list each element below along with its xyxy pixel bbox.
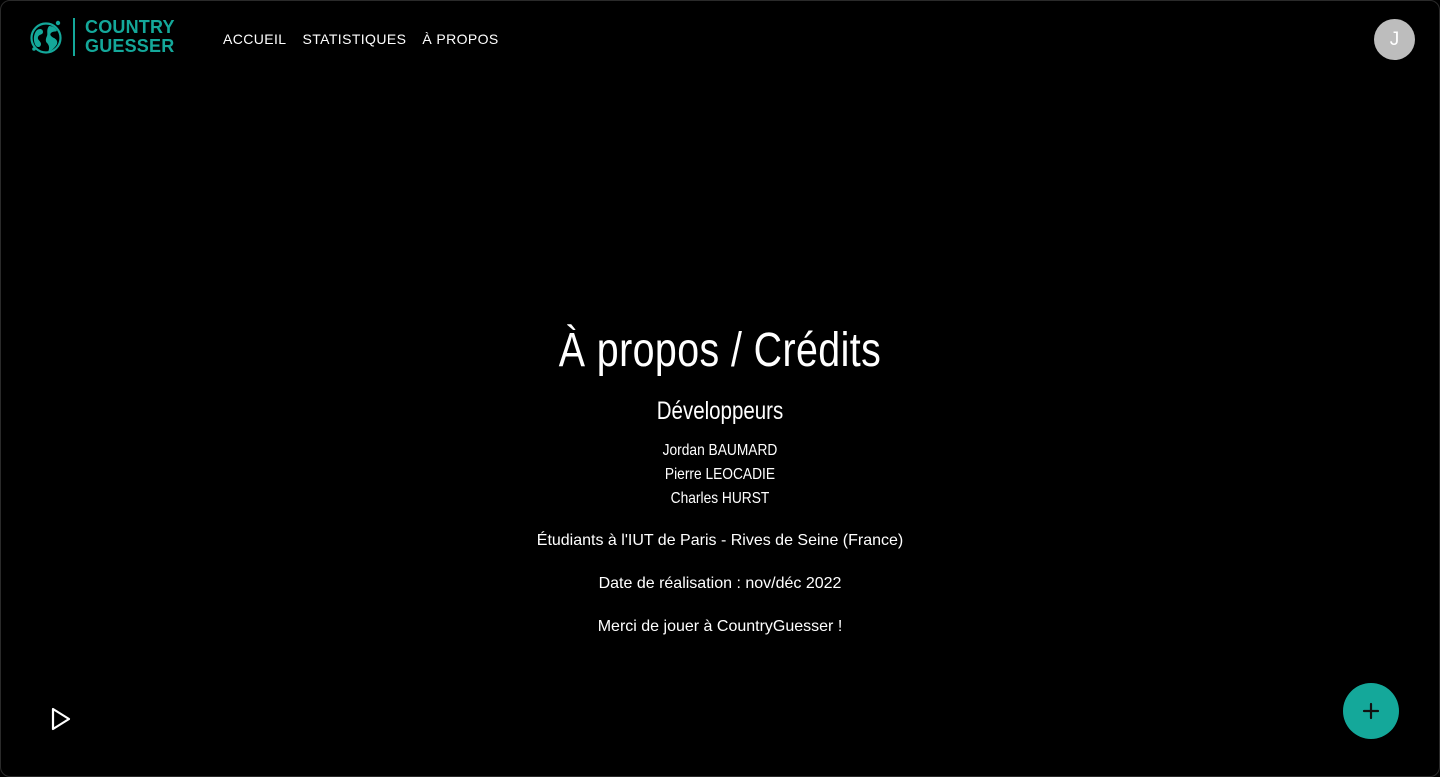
add-fab-button[interactable] xyxy=(1343,683,1399,739)
developers-list: Jordan BAUMARD Pierre LEOCADIE Charles H… xyxy=(1,439,1439,511)
brand-wordmark: COUNTRY GUESSER xyxy=(85,18,175,56)
developers-heading: Développeurs xyxy=(656,397,784,425)
developer-name: Jordan BAUMARD xyxy=(662,442,778,459)
brand-divider xyxy=(73,18,75,56)
nav-item-a-propos[interactable]: À PROPOS xyxy=(422,31,498,47)
play-icon xyxy=(51,707,71,731)
brand-line-2: GUESSER xyxy=(85,36,175,56)
page-title: À propos / Crédits xyxy=(558,324,882,377)
thanks-text: Merci de jouer à CountryGuesser ! xyxy=(597,618,843,635)
play-button[interactable] xyxy=(47,705,75,733)
user-avatar[interactable]: J xyxy=(1374,19,1415,60)
about-content: À propos / Crédits Développeurs Jordan B… xyxy=(1,319,1439,636)
top-bar: COUNTRY GUESSER ACCUEIL STATISTIQUES À P… xyxy=(1,1,1439,79)
plus-icon xyxy=(1362,702,1380,720)
nav-item-accueil[interactable]: ACCUEIL xyxy=(223,31,286,47)
main-nav: ACCUEIL STATISTIQUES À PROPOS xyxy=(223,31,499,47)
school-text: Étudiants à l'IUT de Paris - Rives de Se… xyxy=(536,532,904,549)
date-text: Date de réalisation : nov/déc 2022 xyxy=(598,575,842,592)
brand-line-1: COUNTRY xyxy=(85,17,175,37)
app-window: COUNTRY GUESSER ACCUEIL STATISTIQUES À P… xyxy=(0,0,1440,777)
developer-name: Charles HURST xyxy=(670,490,770,507)
nav-item-statistiques[interactable]: STATISTIQUES xyxy=(302,31,406,47)
developer-name: Pierre LEOCADIE xyxy=(664,466,776,483)
globe-icon xyxy=(30,20,62,54)
brand-logo-link[interactable]: COUNTRY GUESSER xyxy=(29,18,175,56)
